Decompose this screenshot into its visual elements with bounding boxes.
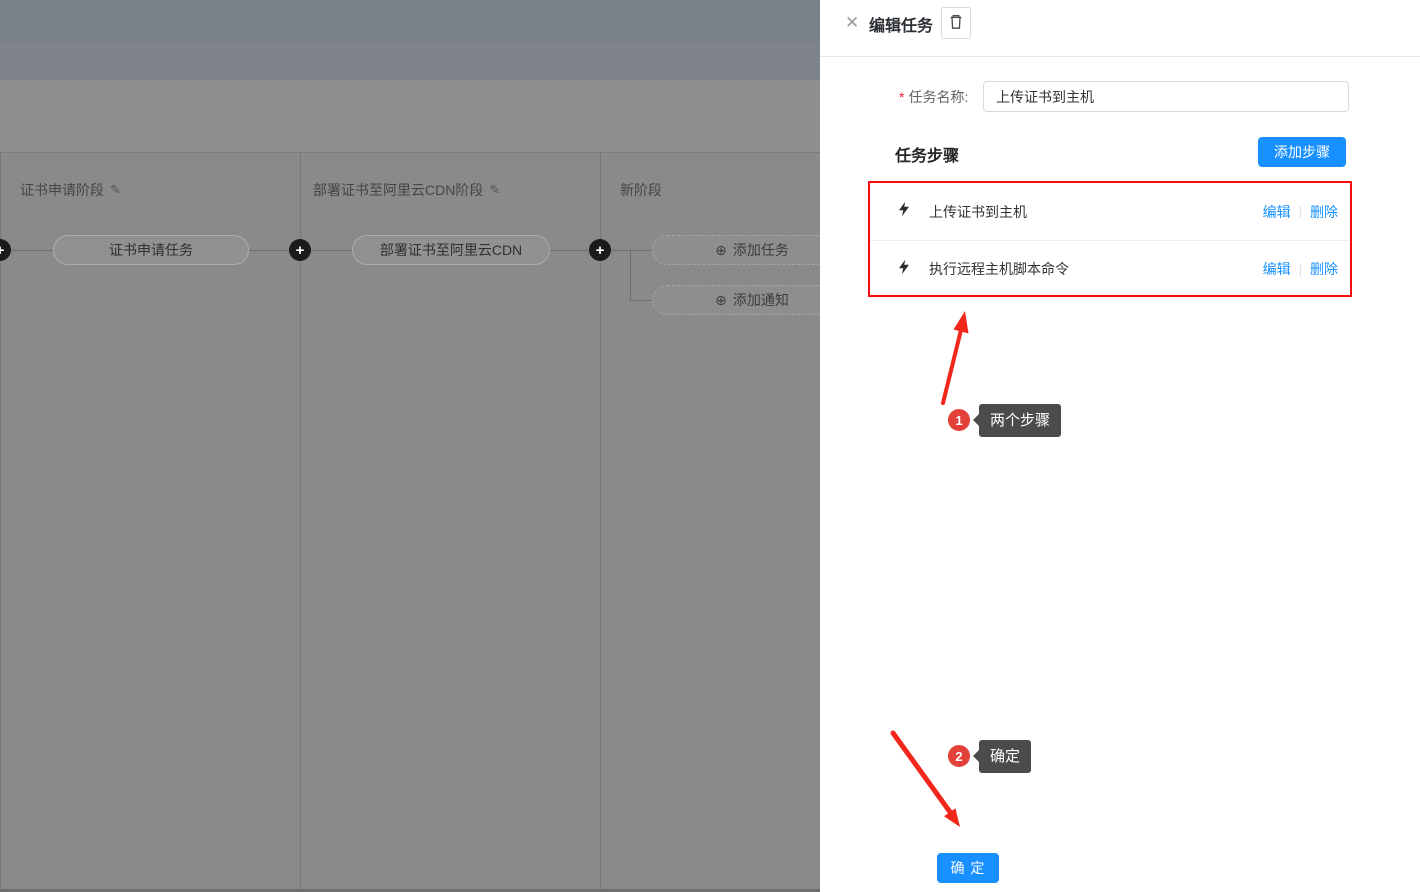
task-node-label: 证书申请任务 [109,240,193,260]
add-stage-button[interactable]: + [0,239,11,261]
delete-step-link[interactable]: 删除 [1310,259,1338,279]
header-divider [820,56,1420,57]
edit-stage-icon[interactable]: ✎ [489,182,500,198]
required-asterisk: * [899,89,904,105]
edit-task-drawer: ✕ 编辑任务 *任务名称: 任务步骤 添加步骤 上传证书到主机 编辑 | 删除 [820,0,1420,892]
lightning-icon [897,259,911,280]
task-node-label: 部署证书至阿里云CDN [380,240,522,260]
add-step-button[interactable]: 添加步骤 [1258,137,1346,167]
stage-title-1: 证书申请阶段 ✎ [20,180,121,200]
stage-column-divider [0,153,1,892]
task-name-label: 任务名称: [908,89,968,105]
link-separator: | [1299,262,1302,277]
stage-title-2: 部署证书至阿里云CDN阶段 ✎ [313,180,500,200]
add-stage-button[interactable]: + [589,239,611,261]
annotation-tooltip-2: 确定 [979,740,1031,773]
add-stage-button[interactable]: + [289,239,311,261]
close-icon[interactable]: ✕ [845,13,859,33]
lightning-icon [897,201,911,222]
delete-step-link[interactable]: 删除 [1310,202,1338,222]
step-name: 上传证书到主机 [929,202,1263,222]
annotation-badge-2: 2 [948,745,970,767]
add-notification-button[interactable]: ⊕ 添加通知 [652,285,820,315]
add-circle-icon: ⊕ [715,242,727,259]
annotation-tooltip-1: 两个步骤 [979,404,1061,437]
edit-stage-icon[interactable]: ✎ [110,182,121,198]
link-separator: | [1299,204,1302,219]
steps-list: 上传证书到主机 编辑 | 删除 执行远程主机脚本命令 编辑 | 删除 [870,183,1352,297]
stage-column-divider [300,153,301,892]
pipeline-canvas: 证书申请阶段 ✎ 部署证书至阿里云CDN阶段 ✎ 新阶段 证书申请任务 部署证书… [0,0,820,892]
step-row: 上传证书到主机 编辑 | 删除 [870,183,1352,240]
step-row: 执行远程主机脚本命令 编辑 | 删除 [870,240,1352,297]
stage-column-divider [600,153,601,892]
badge-number: 1 [955,413,962,428]
task-name-form-row: *任务名称: [899,82,968,112]
connector-line [630,250,631,300]
delete-task-button[interactable] [941,7,971,39]
task-node-cert-apply[interactable]: 证书申请任务 [53,235,249,265]
steps-section-title: 任务步骤 [895,142,959,166]
annotation-badge-1: 1 [948,409,970,431]
task-node-deploy-cdn[interactable]: 部署证书至阿里云CDN [352,235,550,265]
add-task-label: 添加任务 [733,240,789,260]
confirm-button[interactable]: 确 定 [937,853,999,883]
app-topbar [0,0,820,80]
stage-title-text: 证书申请阶段 [20,180,104,200]
add-task-button[interactable]: ⊕ 添加任务 [652,235,820,265]
trash-icon [948,14,964,33]
drawer-title: 编辑任务 [869,12,933,36]
badge-number: 2 [955,749,962,764]
task-name-input[interactable] [983,81,1349,112]
plus-icon: + [296,243,305,258]
connector-line [630,300,652,301]
edit-step-link[interactable]: 编辑 [1263,259,1291,279]
pipeline-toolbar [0,80,820,153]
tooltip-text: 两个步骤 [990,412,1050,429]
plus-icon: + [0,243,4,258]
add-circle-icon: ⊕ [715,292,727,309]
stage-title-3: 新阶段 [620,180,662,200]
stage-title-text: 新阶段 [620,180,662,200]
tooltip-text: 确定 [990,748,1020,765]
step-name: 执行远程主机脚本命令 [929,259,1263,279]
plus-icon: + [596,243,605,258]
edit-step-link[interactable]: 编辑 [1263,202,1291,222]
add-notification-label: 添加通知 [733,290,789,310]
stage-title-text: 部署证书至阿里云CDN阶段 [313,180,483,200]
